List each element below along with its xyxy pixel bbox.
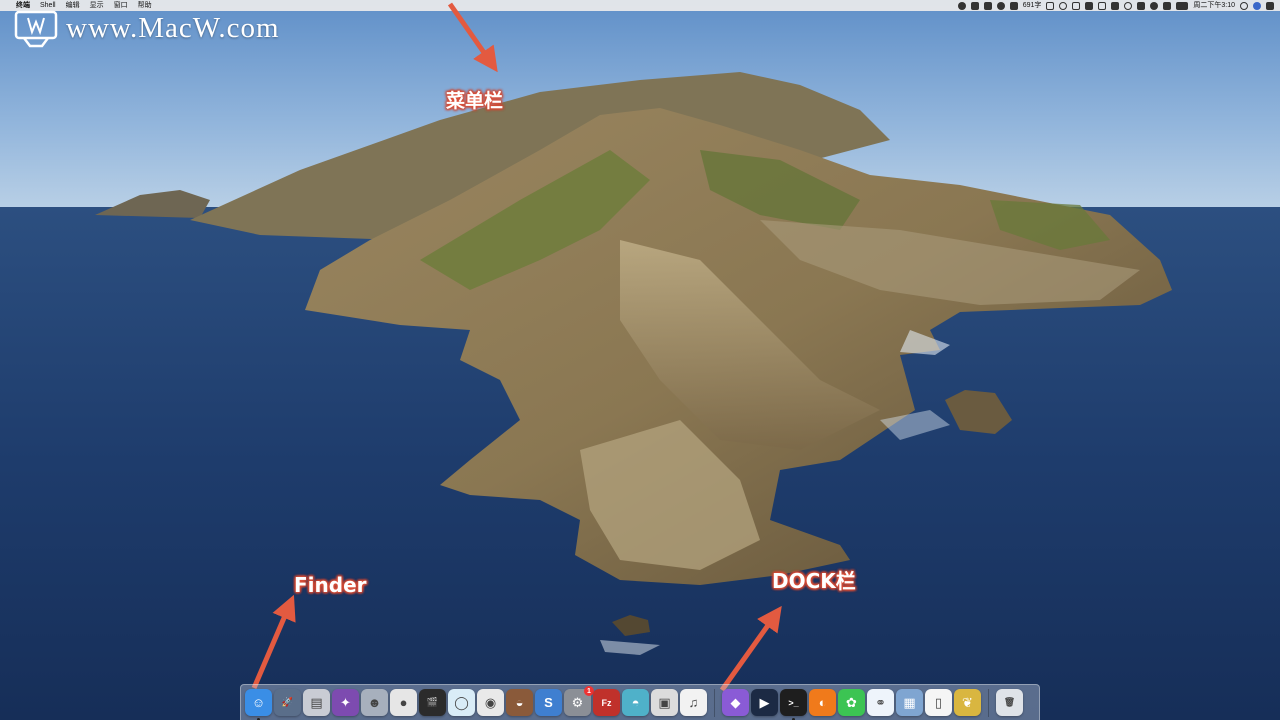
robot-glyph: ☻ bbox=[367, 695, 382, 710]
pineapple-icon[interactable]: ❦ bbox=[954, 689, 981, 716]
terminal-glyph: >_ bbox=[788, 697, 799, 708]
trash-glyph: 🗑 bbox=[1003, 697, 1016, 707]
box-status-icon[interactable] bbox=[1111, 1, 1120, 10]
cloud-app-icon[interactable]: ⚭ bbox=[867, 689, 894, 716]
window-status-icon[interactable] bbox=[1072, 1, 1081, 10]
finder-icon[interactable]: ☺ bbox=[245, 689, 272, 720]
music-app-glyph: ♫ bbox=[688, 695, 699, 710]
firefox-glyph: ◐ bbox=[818, 695, 827, 710]
firefox-icon[interactable]: ◐ bbox=[809, 689, 836, 716]
photo-booth-glyph: ● bbox=[399, 695, 408, 710]
macw-logo-icon bbox=[14, 10, 58, 48]
photo-editor-glyph: ✦ bbox=[340, 694, 351, 710]
watermark: www.MacW.com bbox=[14, 8, 280, 48]
final-cut-glyph: 🎬 bbox=[426, 697, 439, 707]
search-app-icon[interactable]: ◯ bbox=[448, 689, 475, 716]
scrivener-glyph: S bbox=[544, 695, 553, 710]
notification-center-icon[interactable] bbox=[1266, 1, 1274, 10]
launchpad-icon[interactable]: 🚀 bbox=[274, 689, 301, 716]
timemachine-status-icon[interactable] bbox=[1124, 1, 1133, 10]
filezilla-icon[interactable]: Fz bbox=[593, 689, 620, 716]
volume-status-icon[interactable] bbox=[1163, 1, 1172, 10]
desktop-wallpaper bbox=[0, 0, 1280, 720]
printer-icon[interactable]: ▤ bbox=[303, 689, 330, 716]
chrome-icon[interactable]: ◉ bbox=[477, 689, 504, 716]
launchpad-glyph: 🚀 bbox=[281, 697, 294, 707]
shield-app-glyph: ◆ bbox=[730, 694, 741, 710]
chrome-glyph: ◉ bbox=[484, 694, 497, 710]
photo-editor-icon[interactable]: ✦ bbox=[332, 689, 359, 716]
annotation-finder-label: Finder bbox=[294, 573, 367, 597]
search-app-glyph: ◯ bbox=[454, 694, 469, 710]
mail-app-glyph: ◒ bbox=[515, 695, 524, 710]
phone-status-icon[interactable] bbox=[1046, 1, 1055, 10]
scissors-status-icon[interactable] bbox=[983, 1, 992, 10]
photos-app-glyph: ◓ bbox=[631, 695, 640, 710]
scrivener-icon[interactable]: S bbox=[535, 689, 562, 716]
dock-separator bbox=[714, 688, 715, 717]
bluetooth-status-icon[interactable] bbox=[1137, 1, 1146, 10]
circle-status-icon[interactable] bbox=[996, 1, 1005, 10]
quicktime-glyph: ▶ bbox=[759, 694, 770, 710]
text-status-icon[interactable] bbox=[970, 1, 979, 10]
document-glyph: ▯ bbox=[934, 694, 943, 710]
dock-apps-group-2: ◆ ▶ >_ ◐ ✿ ⚭ ▦ ▯ ❦ bbox=[722, 689, 981, 720]
finder-glyph: ☺ bbox=[251, 695, 266, 710]
wechat-icon[interactable]: ✿ bbox=[838, 689, 865, 716]
robot-icon[interactable]: ☻ bbox=[361, 689, 388, 716]
filezilla-glyph: Fz bbox=[601, 697, 612, 708]
trash-icon[interactable]: 🗑 bbox=[996, 689, 1023, 716]
annotation-dock-label: DOCK栏 bbox=[772, 569, 856, 593]
photo-booth-icon[interactable]: ● bbox=[390, 689, 417, 716]
annotation-menubar-label: 菜单栏 bbox=[446, 90, 504, 112]
watermark-text: www.MacW.com bbox=[66, 11, 280, 44]
menu-bar-status-area: 691字 周二下午3:10 bbox=[957, 0, 1274, 11]
display-status-icon[interactable] bbox=[1098, 1, 1107, 10]
shield-status-icon[interactable] bbox=[1009, 1, 1018, 10]
system-preferences-glyph: ⚙ bbox=[571, 694, 584, 710]
music-app-icon[interactable]: ♫ bbox=[680, 689, 707, 716]
dock-trash-group: 🗑 bbox=[996, 689, 1023, 716]
screen-status-icon[interactable] bbox=[1085, 1, 1094, 10]
cloud-app-glyph: ⚭ bbox=[875, 694, 886, 710]
quicktime-icon[interactable]: ▶ bbox=[751, 689, 778, 716]
photos-app-icon[interactable]: ◓ bbox=[622, 689, 649, 716]
document-icon[interactable]: ▯ bbox=[925, 689, 952, 716]
printer-glyph: ▤ bbox=[310, 694, 323, 710]
screen-capture-glyph: ▣ bbox=[658, 694, 671, 710]
dock-separator-2 bbox=[988, 688, 989, 717]
dock: ☺ 🚀 ▤ ✦ ☻ ● 🎬 ◯ ◉ ◒ S ⚙ 1 Fz ◓ ▣ ♫ ◆ ▶ >_ ◐ ✿ ⚭ ▦ ▯ ❦ 🗑 bbox=[240, 684, 1040, 720]
siri-icon[interactable] bbox=[1253, 1, 1261, 10]
memory-status[interactable]: 691字 bbox=[1023, 0, 1042, 11]
final-cut-icon[interactable]: 🎬 bbox=[419, 689, 446, 716]
clock-status[interactable]: 周二下午3:10 bbox=[1193, 0, 1235, 11]
wifi-status-icon[interactable] bbox=[1150, 1, 1159, 10]
preview-icon[interactable]: ▦ bbox=[896, 689, 923, 716]
pineapple-glyph: ❦ bbox=[962, 694, 973, 710]
preview-glyph: ▦ bbox=[903, 694, 916, 710]
search-status-icon[interactable] bbox=[1059, 1, 1068, 10]
wechat-glyph: ✿ bbox=[846, 694, 857, 710]
system-preferences-icon[interactable]: ⚙ 1 bbox=[564, 686, 594, 716]
shield-app-icon[interactable]: ◆ bbox=[722, 689, 749, 716]
screen-capture-icon[interactable]: ▣ bbox=[651, 689, 678, 716]
mail-app-icon[interactable]: ◒ bbox=[506, 689, 533, 716]
spotlight-search-icon[interactable] bbox=[1240, 1, 1248, 10]
wechat-status-icon[interactable] bbox=[957, 1, 966, 10]
dock-apps-group: ☺ 🚀 ▤ ✦ ☻ ● 🎬 ◯ ◉ ◒ S ⚙ 1 Fz ◓ ▣ ♫ bbox=[245, 686, 707, 720]
terminal-icon[interactable]: >_ bbox=[780, 689, 807, 720]
battery-status-icon[interactable] bbox=[1176, 1, 1189, 10]
